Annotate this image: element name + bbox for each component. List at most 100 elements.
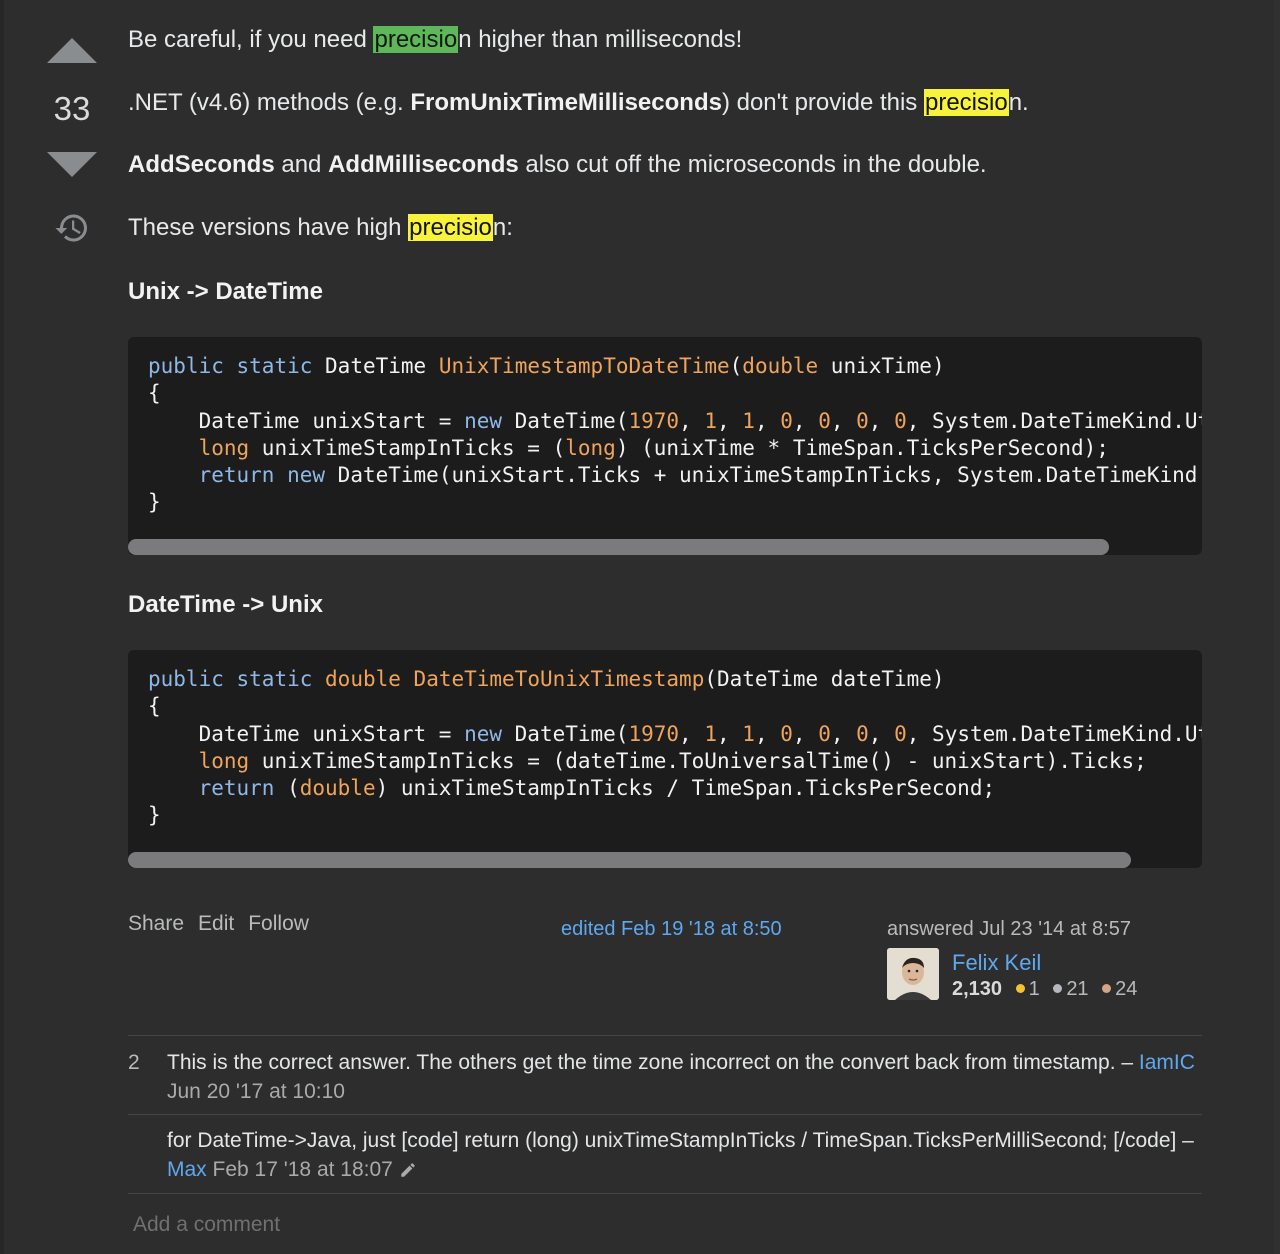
number: 0 [856, 408, 869, 433]
code-horizontal-scrollbar[interactable] [128, 539, 1109, 555]
keyword: public [148, 667, 224, 691]
share-link[interactable]: Share [128, 912, 184, 935]
text: .NET (v4.6) methods (e.g. [128, 89, 411, 116]
edit-link[interactable]: Edit [198, 912, 234, 935]
comment-user-link[interactable]: Max [167, 1158, 207, 1181]
type-keyword: long [565, 435, 616, 460]
text: These versions have high [128, 214, 409, 241]
number: 0 [894, 721, 907, 746]
code-text: unixTimeStampInTicks = (dateTime.ToUnive… [249, 748, 1147, 773]
avatar-image [887, 948, 939, 1000]
add-comment-link[interactable]: Add a comment [133, 1213, 280, 1237]
left-border [0, 0, 4, 1254]
right-scrollbar-track[interactable] [1274, 0, 1280, 1254]
number: 1970 [628, 721, 680, 746]
type-keyword: double [299, 776, 376, 801]
code-text: System.DateTimeKind.Utc); [932, 721, 1202, 746]
reputation-line: 2,130 1 21 24 [952, 978, 1137, 1001]
code-text: { [148, 381, 161, 406]
comment-body: for DateTime->Java, just [code] return (… [167, 1126, 1197, 1184]
avatar[interactable] [887, 948, 939, 1000]
type-keyword: double [742, 354, 819, 378]
keyword: new [287, 463, 326, 488]
code-text: DateTime( [502, 721, 629, 746]
code-text: ) (unixTime * TimeSpan.TicksPerSecond); [615, 435, 1109, 460]
paragraph-4: These versions have high precision: [128, 210, 513, 246]
silver-badge-icon [1053, 984, 1063, 994]
type-keyword: long [198, 435, 250, 460]
code-text: } [148, 490, 161, 515]
comment-text: This is the correct answer. The others g… [167, 1051, 1139, 1074]
number: 1 [704, 408, 717, 433]
keyword: static [236, 354, 313, 378]
bronze-badge-count: 24 [1115, 978, 1138, 1000]
type: DateTime [325, 354, 427, 378]
gold-badge-icon [1015, 984, 1025, 994]
comments-divider [128, 1035, 1202, 1036]
text: and [274, 151, 329, 178]
code-text: DateTime( [502, 408, 629, 433]
post-menu: Share Edit Follow [128, 912, 323, 936]
code-text: unixTimeStampInTicks = ( [249, 435, 566, 460]
code-text: ) unixTimeStampInTicks / TimeSpan.TicksP… [375, 776, 996, 801]
pencil-icon [401, 1163, 415, 1178]
method-name: FromUnixTimeMilliseconds [410, 89, 722, 116]
keyword: return [198, 463, 275, 488]
number: 0 [780, 721, 793, 746]
paragraph-1: Be careful, if you need precision higher… [128, 22, 742, 58]
upvote-arrow-icon[interactable] [47, 38, 97, 63]
code-text: } [148, 803, 161, 828]
search-highlight: precisio [408, 214, 493, 241]
keyword: static [236, 667, 313, 691]
function-name: UnixTimestampToDateTime [438, 354, 730, 378]
number: 0 [894, 408, 907, 433]
comment-date[interactable]: Jun 20 '17 at 10:10 [167, 1080, 345, 1103]
keyword: new [464, 408, 503, 433]
text: ) don't provide this [721, 89, 924, 116]
gold-badge-count: 1 [1028, 978, 1040, 1000]
comment-divider [128, 1114, 1202, 1115]
text: n. [1008, 89, 1029, 116]
keyword: return [198, 776, 275, 801]
number: 0 [780, 408, 793, 433]
paragraph-3: AddSeconds and AddMilliseconds also cut … [128, 147, 987, 183]
comment-score: 2 [128, 1051, 140, 1074]
method-name: AddSeconds [128, 151, 275, 178]
code: public static DateTime UnixTimestampToDa… [128, 337, 1202, 517]
code-horizontal-scrollbar[interactable] [128, 852, 1131, 868]
follow-link[interactable]: Follow [248, 912, 309, 935]
keyword: new [464, 721, 503, 746]
number: 1 [742, 721, 755, 746]
bronze-badge-icon [1102, 984, 1112, 994]
type-keyword: long [198, 748, 250, 773]
user-name-link[interactable]: Felix Keil [952, 950, 1041, 976]
reputation-score: 2,130 [952, 978, 1003, 1000]
type-keyword: double [325, 667, 401, 691]
search-highlight: precisio [923, 89, 1009, 116]
code: public static double DateTimeToUnixTimes… [128, 650, 1202, 830]
code-block-1[interactable]: public static DateTime UnixTimestampToDa… [128, 337, 1202, 555]
code-block-2[interactable]: public static double DateTimeToUnixTimes… [128, 650, 1202, 868]
code-text: unixTime) [818, 354, 945, 378]
number: 1 [704, 721, 717, 746]
section-heading: Unix -> DateTime [128, 278, 323, 305]
section-heading: DateTime -> Unix [128, 591, 323, 618]
text: also cut off the microseconds in the dou… [518, 151, 987, 178]
edited-timestamp-link[interactable]: edited Feb 19 '18 at 8:50 [561, 918, 782, 941]
number: 0 [818, 721, 831, 746]
answered-timestamp: answered Jul 23 '14 at 8:57 [887, 918, 1131, 940]
method-name: AddMilliseconds [328, 151, 519, 178]
history-icon[interactable] [54, 210, 90, 246]
comment-divider [128, 1193, 1202, 1194]
downvote-arrow-icon[interactable] [47, 152, 97, 177]
code-text: (DateTime dateTime) [704, 667, 945, 691]
code-text: { [148, 694, 161, 719]
comment-text: for DateTime->Java, just [code] return (… [167, 1129, 1194, 1152]
number: 0 [856, 721, 869, 746]
comment-user-link[interactable]: IamIC [1139, 1051, 1195, 1074]
paragraph-2: .NET (v4.6) methods (e.g. FromUnixTimeMi… [128, 85, 1029, 121]
user-card: answered Jul 23 '14 at 8:57 Felix Keil 2… [887, 918, 1207, 1000]
search-highlight: precisio [373, 26, 459, 53]
number: 1 [742, 408, 755, 433]
comment-date[interactable]: Feb 17 '18 at 18:07 [213, 1158, 393, 1181]
